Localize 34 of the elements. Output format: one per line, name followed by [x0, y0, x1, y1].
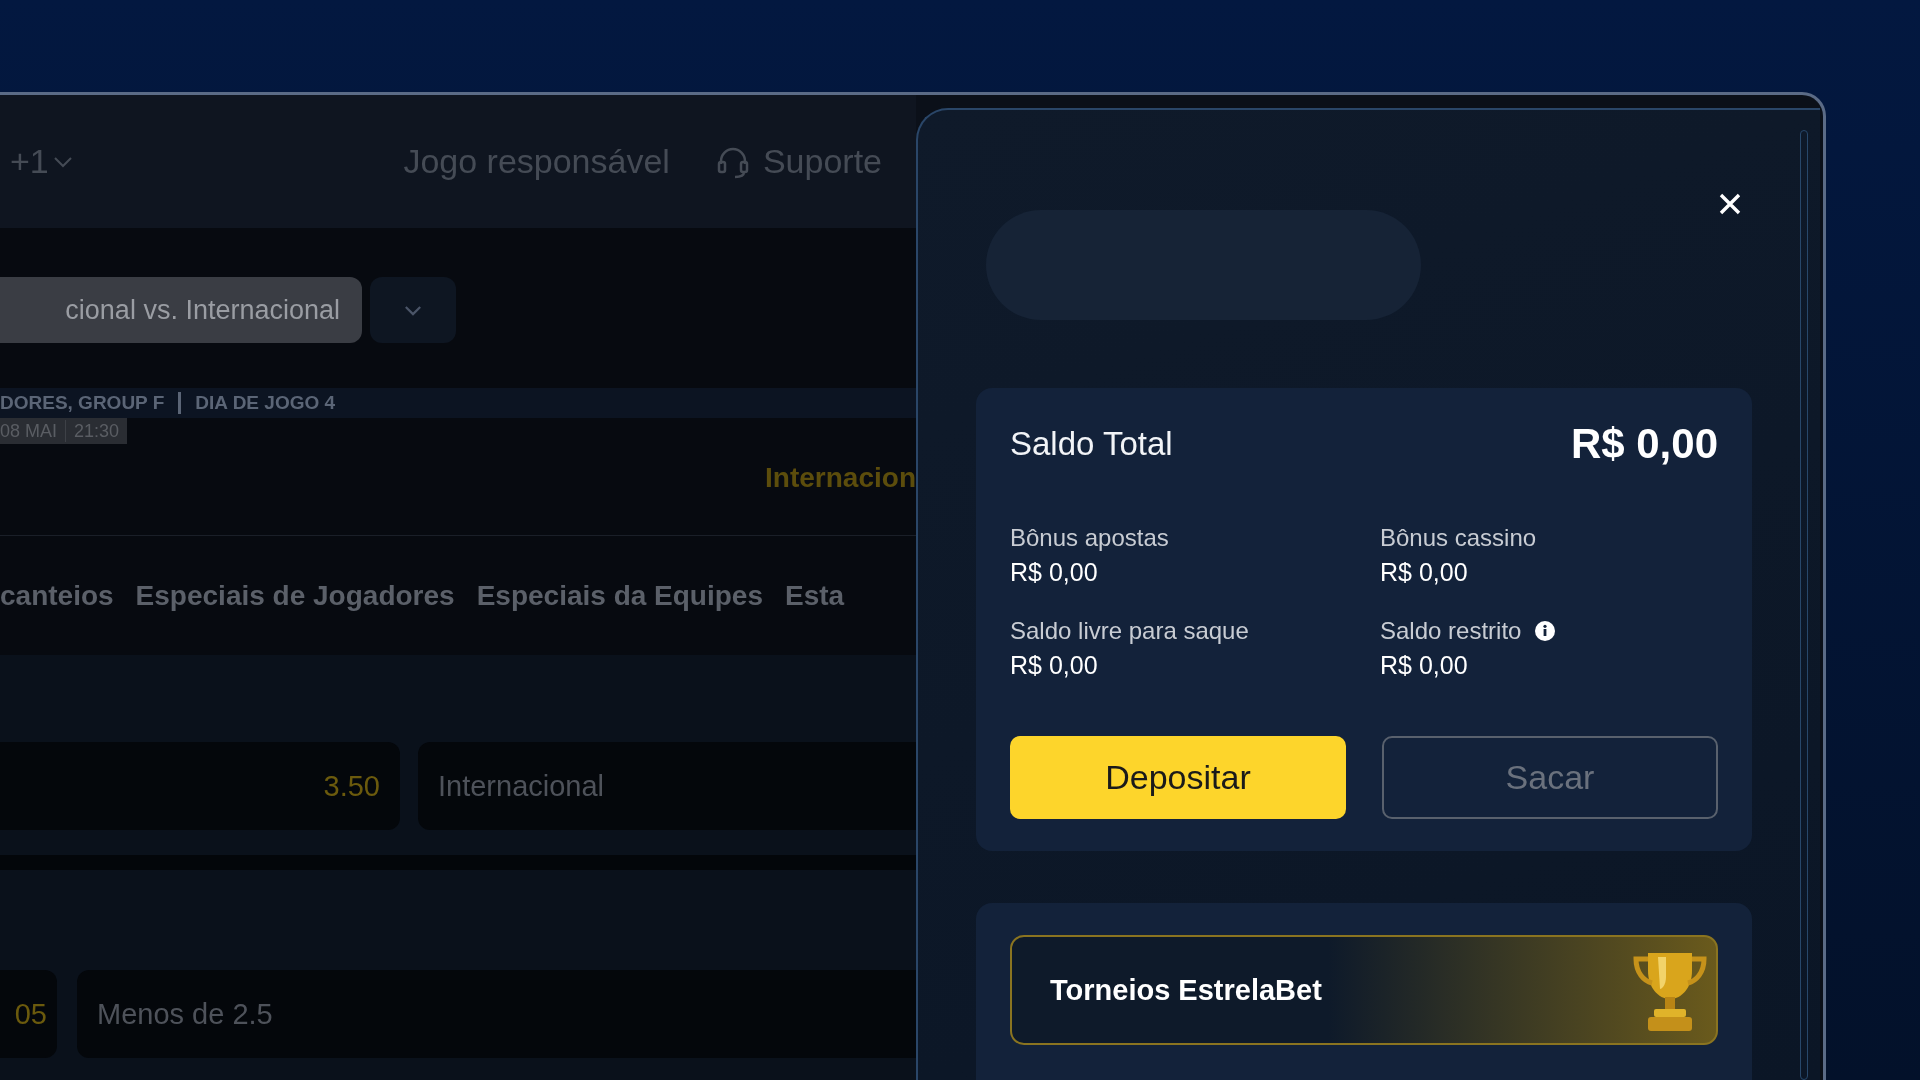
balance-label: Bônus apostas — [1010, 524, 1169, 552]
caret-icon[interactable] — [52, 155, 73, 168]
balance-value: R$ 0,00 — [1380, 651, 1469, 680]
balance-value: R$ 0,00 — [1010, 651, 1099, 680]
market-tab[interactable]: Esta — [785, 579, 845, 612]
balance-label: Saldo restrito — [1380, 617, 1522, 645]
odds-value: 05 — [14, 997, 47, 1031]
match-selector[interactable]: cional vs. Internacional — [0, 277, 362, 343]
team-name: Internacion — [765, 462, 916, 494]
odds-cell[interactable]: 05 — [0, 970, 57, 1058]
chevron-icon — [404, 304, 422, 316]
deposit-button[interactable]: Depositar — [1010, 736, 1346, 819]
odds-value: 3.50 — [323, 769, 380, 803]
market-tab[interactable]: Especiais da Equipes — [476, 579, 763, 612]
balance-value: R$ 0,00 — [1010, 558, 1099, 587]
info-icon[interactable] — [1535, 621, 1556, 641]
outcome-cell[interactable]: Internacional — [418, 742, 916, 830]
odds-cell[interactable]: 3.50 — [0, 742, 400, 830]
close-icon[interactable] — [1718, 192, 1742, 216]
matchday-label: DIA DE JOGO 4 — [195, 392, 336, 414]
outcome-label: Menos de 2.5 — [97, 997, 273, 1031]
market-tab[interactable]: canteios — [0, 579, 114, 612]
balance-label: Bônus cassino — [1380, 524, 1537, 552]
market-tab[interactable]: Especiais de Jogadores — [135, 579, 455, 612]
outcome-label: Internacional — [438, 769, 605, 803]
tournament-banner[interactable]: Torneios EstrelaBet — [1010, 935, 1718, 1045]
competition-name: DORES, GROUP F — [0, 392, 165, 414]
outcome-cell[interactable]: Menos de 2.5 — [77, 970, 916, 1058]
withdraw-button[interactable]: Sacar — [1382, 736, 1718, 819]
total-balance-label: Saldo Total — [1010, 425, 1173, 463]
total-balance-value: R$ 0,00 — [1570, 420, 1718, 468]
balance-label: Saldo livre para saque — [1010, 617, 1249, 645]
balance-value: R$ 0,00 — [1380, 558, 1469, 587]
banner-title: Torneios EstrelaBet — [1050, 973, 1322, 1007]
